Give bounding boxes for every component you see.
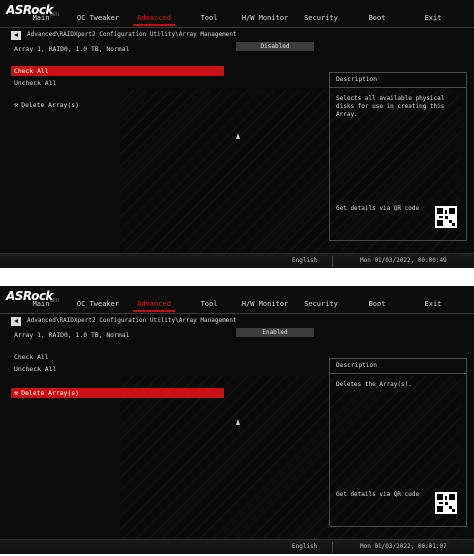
- menu-item-label: Uncheck All: [14, 79, 57, 87]
- menu-item-uncheck-all[interactable]: Uncheck All: [11, 364, 224, 374]
- language-selector[interactable]: English: [292, 543, 317, 550]
- tab-exit[interactable]: Exit: [425, 300, 442, 308]
- datetime-readout: Mon 01/03/2022, 00:01:07: [360, 543, 447, 550]
- description-text: Deletes the Array(s).: [336, 381, 412, 388]
- menu-item-label: Delete Array(s): [21, 101, 79, 109]
- language-selector[interactable]: English: [292, 257, 317, 264]
- status-bar: English Mon 01/03/2022, 00:00:49: [0, 253, 474, 268]
- tab-oc-tweaker[interactable]: OC Tweaker: [77, 14, 119, 22]
- array-label: Array 1, RAID0, 1.0 TB, Normal: [14, 45, 130, 53]
- array-value-box[interactable]: Disabled: [236, 42, 314, 51]
- back-arrow-icon[interactable]: [11, 31, 21, 40]
- qr-code-icon[interactable]: [435, 206, 457, 228]
- description-text: Selects all available physical disks for…: [336, 95, 445, 118]
- bios-screen-2: ASRock UEFI Main OC Tweaker Advanced Too…: [0, 286, 474, 554]
- mouse-cursor-icon: [236, 419, 240, 425]
- tab-advanced[interactable]: Advanced: [133, 300, 175, 312]
- top-menu-bar: ASRock UEFI Main OC Tweaker Advanced Too…: [0, 0, 474, 28]
- status-divider: [332, 256, 333, 267]
- tab-main[interactable]: Main: [33, 14, 50, 22]
- description-title: Description: [330, 359, 466, 374]
- array-label: Array 1, RAID0, 1.0 TB, Normal: [14, 331, 130, 339]
- tab-main[interactable]: Main: [33, 300, 50, 308]
- description-panel: Description Selects all available physic…: [329, 72, 467, 241]
- tab-hw-monitor[interactable]: H/W Monitor: [242, 14, 288, 22]
- menu-item-delete-arrays[interactable]: ⚒ Delete Array(s): [11, 100, 224, 110]
- breadcrumb: Advanced\RAIDXpert2 Configuration Utilit…: [27, 31, 237, 38]
- tab-boot[interactable]: Boot: [369, 300, 386, 308]
- datetime-readout: Mon 01/03/2022, 00:00:49: [360, 257, 447, 264]
- menu-item-check-all[interactable]: Check All: [11, 352, 224, 362]
- tab-hw-monitor[interactable]: H/W Monitor: [242, 300, 288, 308]
- back-arrow-icon[interactable]: [11, 317, 21, 326]
- description-panel: Description Deletes the Array(s). Get de…: [329, 358, 467, 527]
- qr-details-text: Get details via QR code: [336, 491, 420, 498]
- menu-item-uncheck-all[interactable]: Uncheck All: [11, 78, 224, 88]
- breadcrumb-row: Advanced\RAIDXpert2 Configuration Utilit…: [0, 31, 474, 42]
- wrench-icon: ⚒: [14, 101, 19, 109]
- menu-item-label: Check All: [14, 67, 49, 75]
- wrench-icon: ⚒: [14, 389, 19, 397]
- qr-details-text: Get details via QR code: [336, 205, 420, 212]
- tab-security[interactable]: Security: [304, 300, 338, 308]
- uefi-label: UEFI: [50, 298, 59, 303]
- breadcrumb: Advanced\RAIDXpert2 Configuration Utilit…: [27, 317, 237, 324]
- array-value-box[interactable]: Enabled: [236, 328, 314, 337]
- tab-tool[interactable]: Tool: [201, 300, 218, 308]
- tab-boot[interactable]: Boot: [369, 14, 386, 22]
- tab-security[interactable]: Security: [304, 14, 338, 22]
- status-bar: English Mon 01/03/2022, 00:01:07: [0, 539, 474, 554]
- tab-oc-tweaker[interactable]: OC Tweaker: [77, 300, 119, 308]
- menu-item-label: Delete Array(s): [21, 389, 79, 397]
- menu-item-delete-arrays[interactable]: ⚒ Delete Array(s): [11, 388, 224, 398]
- tab-advanced[interactable]: Advanced: [133, 14, 175, 26]
- uefi-label: UEFI: [50, 12, 59, 17]
- status-divider: [332, 542, 333, 553]
- menu-item-label: Check All: [14, 353, 49, 361]
- breadcrumb-row: Advanced\RAIDXpert2 Configuration Utilit…: [0, 317, 474, 328]
- bios-screen-1: ASRock UEFI Main OC Tweaker Advanced Too…: [0, 0, 474, 268]
- qr-code-icon[interactable]: [435, 492, 457, 514]
- mouse-cursor-icon: [236, 133, 240, 139]
- menu-item-check-all[interactable]: Check All: [11, 66, 224, 76]
- description-title: Description: [330, 73, 466, 88]
- tab-tool[interactable]: Tool: [201, 14, 218, 22]
- top-menu-bar: ASRock UEFI Main OC Tweaker Advanced Too…: [0, 286, 474, 314]
- menu-item-label: Uncheck All: [14, 365, 57, 373]
- tab-exit[interactable]: Exit: [425, 14, 442, 22]
